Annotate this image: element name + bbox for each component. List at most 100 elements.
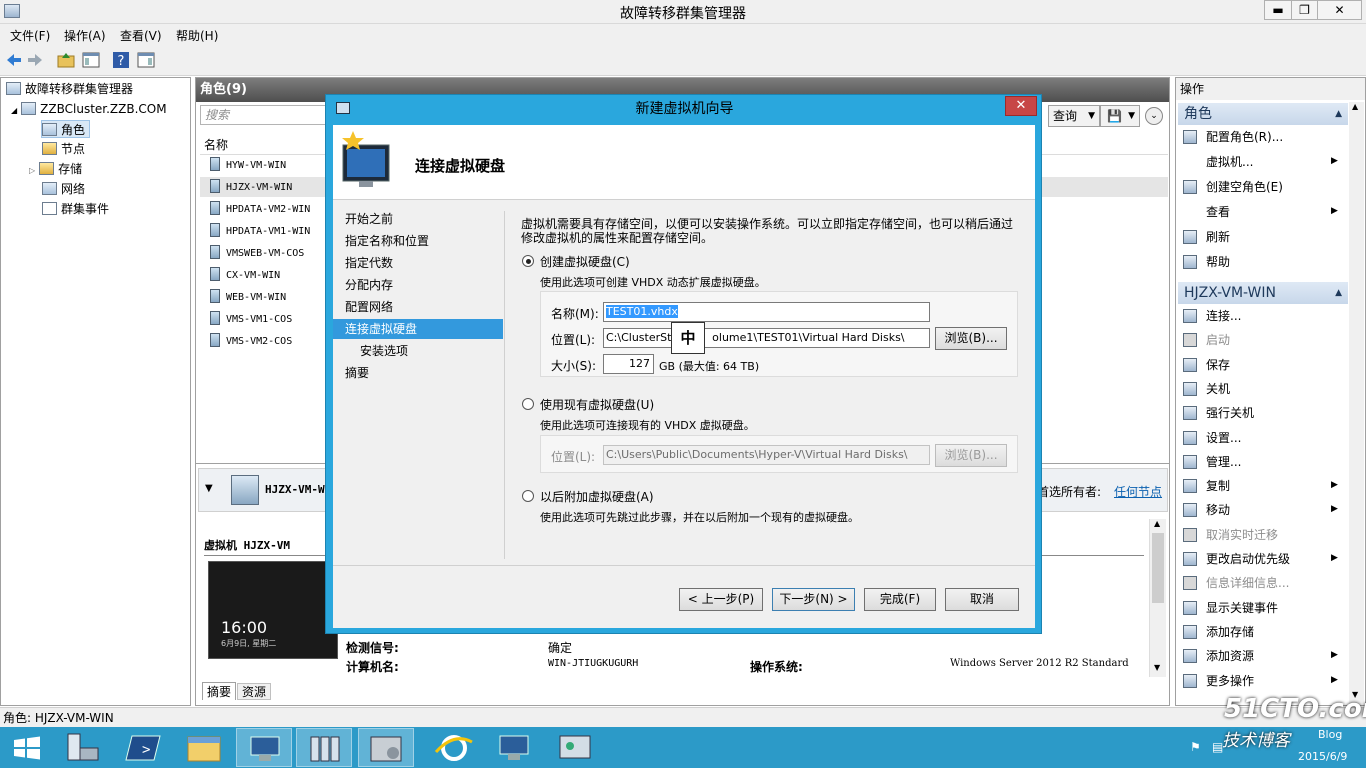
action-item[interactable]: 信息详细信息... [1206,573,1289,593]
server-manager-button[interactable] [56,728,112,767]
radio-create-vhd[interactable] [522,255,534,267]
tab-resources[interactable]: 资源 [237,683,271,700]
collapse-details-icon[interactable]: ▼ [205,483,213,494]
location-input[interactable]: C:\ClusterSto olume1\TEST01\Virtual Hard … [603,328,930,348]
action-item[interactable]: 移动 [1206,500,1230,520]
scroll-up-icon[interactable]: ▲ [1352,102,1358,111]
wizard-step[interactable]: 指定名称和位置 [345,231,429,251]
vm-row[interactable]: VMS-VM1-COS [210,310,292,330]
radio-attach-later[interactable] [522,490,534,502]
show-hide-tree-icon[interactable] [82,51,100,69]
vm-row[interactable]: HPDATA-VM2-WIN [210,200,310,220]
network-tray-icon[interactable]: ▤ [1212,740,1223,754]
vm-row[interactable]: WEB-VM-WIN [210,288,286,308]
collapse-icon[interactable]: ◢ [11,106,17,115]
existing-location-input[interactable]: C:\Users\Public\Documents\Hyper-V\Virtua… [603,445,930,465]
action-item[interactable]: 保存 [1206,355,1230,375]
failover-cluster-button[interactable] [296,728,352,767]
scroll-down-icon[interactable]: ▼ [1154,663,1160,672]
maximize-button[interactable]: ❐ [1291,0,1318,20]
action-item[interactable]: 复制 [1206,476,1230,496]
wizard-step[interactable]: 配置网络 [345,297,393,317]
action-item[interactable]: 取消实时迁移 [1206,525,1278,545]
vm-row[interactable]: HPDATA-VM1-WIN [210,222,310,242]
scroll-down-icon[interactable]: ▼ [1352,690,1358,699]
radio-existing-vhd[interactable] [522,398,534,410]
vm-row[interactable]: VMSWEB-VM-COS [210,244,304,264]
hyperv2-button[interactable] [486,728,542,767]
vm-row[interactable]: HJZX-VM-WIN [210,178,292,198]
wizard-step[interactable]: 指定代数 [345,253,393,273]
preferred-owners-link[interactable]: 任何节点 [1114,483,1162,500]
scroll-up-icon[interactable]: ▲ [1154,519,1160,528]
existing-browse-button[interactable]: 浏览(B)... [935,444,1007,467]
tree-item-roles[interactable]: 角色 [41,120,91,138]
wizard-step[interactable]: 连接虚拟硬盘 [333,319,503,339]
radio-create-vhd-label[interactable]: 创建虚拟硬盘(C) [540,253,630,270]
collapse-icon[interactable]: ▲ [1335,282,1342,304]
tree-item-events[interactable]: 群集事件 [42,200,109,218]
action-item[interactable]: 管理... [1206,452,1241,472]
wizard-step[interactable]: 开始之前 [345,209,393,229]
action-item[interactable]: 添加存储 [1206,622,1254,642]
up-folder-icon[interactable] [57,51,75,69]
wizard-step[interactable]: 分配内存 [345,275,393,295]
actions-group-vm[interactable]: HJZX-VM-WIN ▲ [1178,282,1348,304]
ie-button[interactable] [426,728,482,767]
action-item[interactable]: 查看 [1206,202,1230,222]
expand-query-icon[interactable]: ⌄ [1145,107,1163,125]
menu-view[interactable]: 查看(V) [120,27,162,44]
expand-icon[interactable]: ▷ [29,166,35,175]
action-item[interactable]: 启动 [1206,330,1230,350]
menu-help[interactable]: 帮助(H) [176,27,218,44]
finish-button[interactable]: 完成(F) [864,588,936,611]
query-button[interactable]: 查询 ▼ [1048,105,1100,127]
minimize-button[interactable]: ▬ [1264,0,1292,20]
explorer-button[interactable] [176,728,232,767]
details-scrollbar[interactable]: ▲ ▼ [1149,519,1166,677]
back-icon[interactable] [5,51,23,69]
action-item[interactable]: 设置... [1206,428,1241,448]
vm-row[interactable]: VMS-VM2-COS [210,332,292,352]
flag-icon[interactable]: ⚑ [1190,740,1201,754]
network-button[interactable] [548,728,604,767]
vm-thumbnail[interactable]: 16:00 6月9日, 星期二 [208,561,338,659]
vm-row[interactable]: CX-VM-WIN [210,266,280,286]
menu-file[interactable]: 文件(F) [10,27,50,44]
radio-attach-later-label[interactable]: 以后附加虚拟硬盘(A) [540,488,654,505]
close-button[interactable]: ✕ [1317,0,1362,20]
tree-root[interactable]: 故障转移群集管理器 [6,80,133,98]
wizard-step[interactable]: 安装选项 [360,341,408,361]
forward-icon[interactable] [26,51,44,69]
start-button[interactable] [0,728,56,767]
action-item[interactable]: 更多操作 [1206,671,1254,691]
action-item[interactable]: 更改启动优先级 [1206,549,1290,569]
show-hide-action-icon[interactable] [137,51,155,69]
menu-action[interactable]: 操作(A) [64,27,106,44]
radio-existing-vhd-label[interactable]: 使用现有虚拟硬盘(U) [540,396,654,413]
collapse-icon[interactable]: ▲ [1335,103,1342,125]
help-icon[interactable]: ? [112,51,130,69]
action-item[interactable]: 刷新 [1206,227,1230,247]
name-input[interactable]: TEST01.vhdx [603,302,930,322]
previous-button[interactable]: < 上一步(P) [679,588,763,611]
action-item[interactable]: 连接... [1206,306,1241,326]
browse-button[interactable]: 浏览(B)... [935,327,1007,350]
cancel-button[interactable]: 取消 [945,588,1019,611]
tree-cluster[interactable]: ◢ ZZBCluster.ZZB.COM [11,100,167,118]
wizard-step[interactable]: 摘要 [345,363,369,383]
save-query-button[interactable]: 💾 ▼ [1100,105,1140,127]
dialog-close-button[interactable]: ✕ [1005,96,1037,116]
action-item[interactable]: 添加资源 [1206,646,1254,666]
action-item[interactable]: 帮助 [1206,252,1230,272]
action-item[interactable]: 关机 [1206,379,1230,399]
vm-row[interactable]: HYW-VM-WIN [210,156,286,176]
tree-item-nodes[interactable]: 节点 [42,140,85,158]
tab-summary[interactable]: 摘要 [202,682,236,700]
action-item[interactable]: 配置角色(R)... [1206,127,1283,147]
action-item[interactable]: 显示关键事件 [1206,598,1278,618]
tools-button[interactable] [358,728,414,767]
tree-item-networks[interactable]: 网络 [42,180,85,198]
powershell-button[interactable]: > [116,728,172,767]
scroll-thumb[interactable] [1152,533,1164,603]
